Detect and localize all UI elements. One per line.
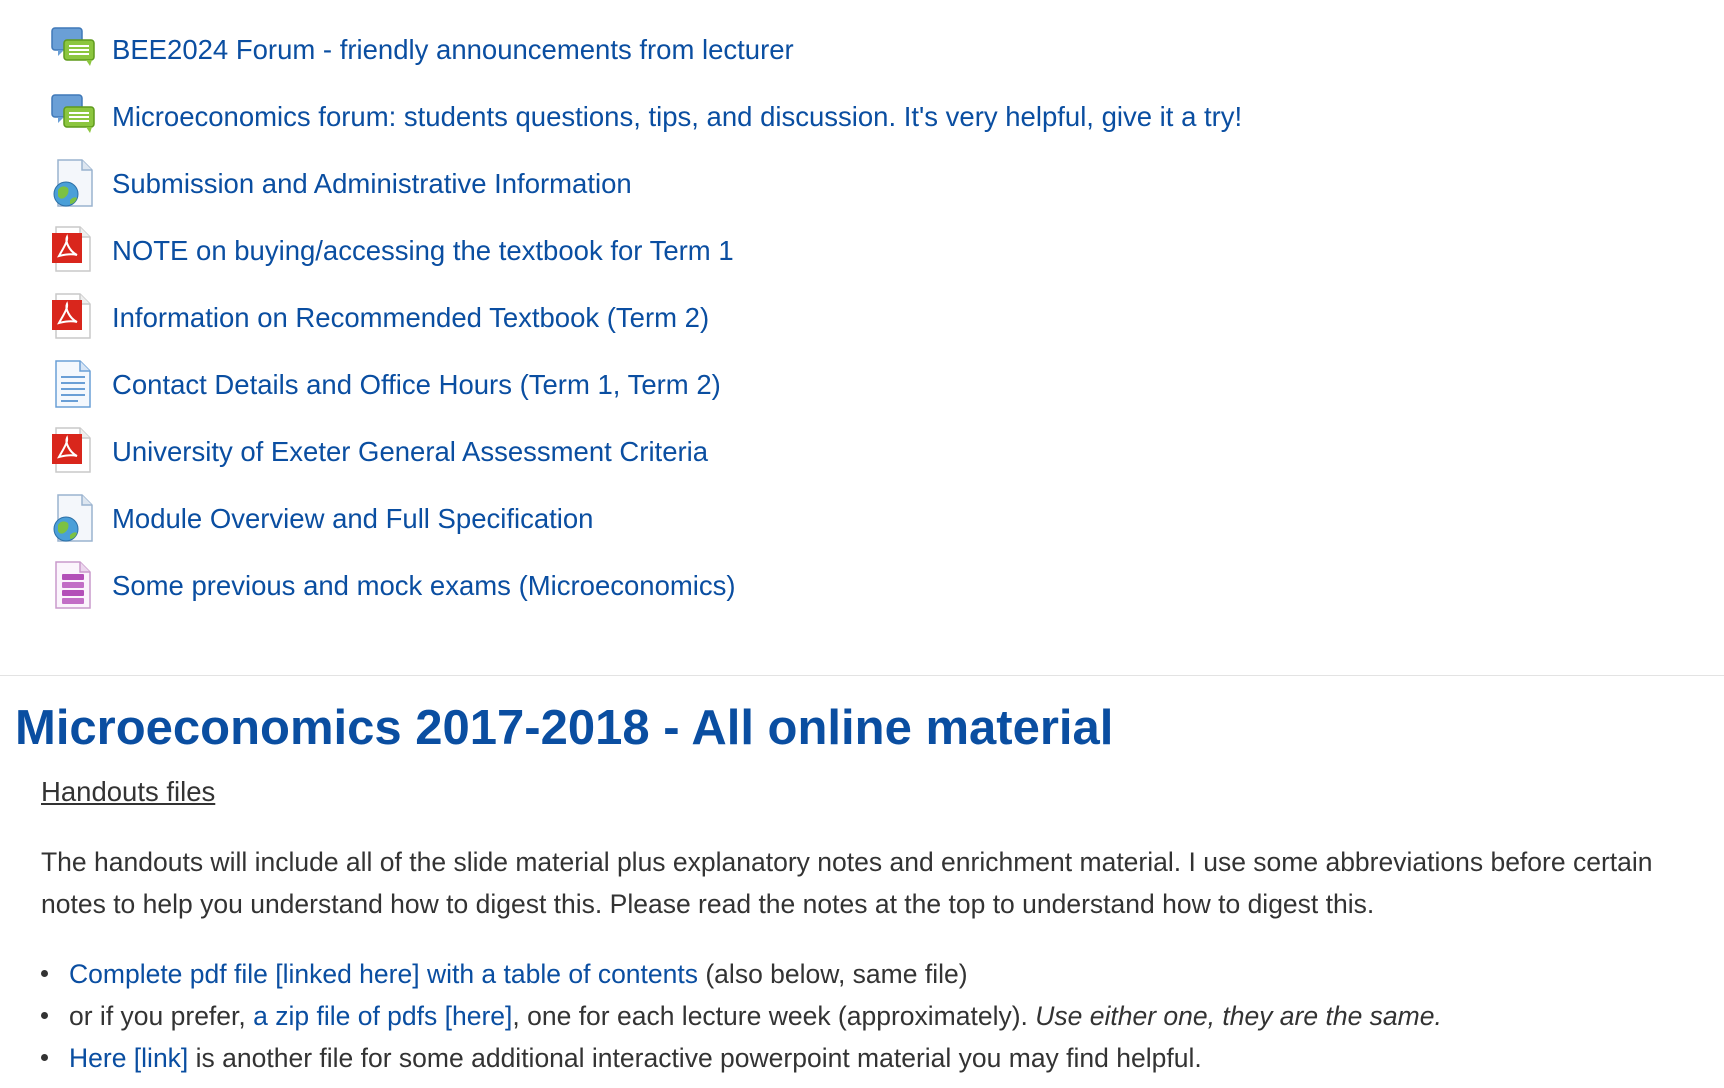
activity-link[interactable]: Some previous and mock exams (Microecono… xyxy=(112,572,736,600)
pdf-icon xyxy=(50,225,98,277)
forum-icon xyxy=(50,24,98,76)
activity-link[interactable]: Module Overview and Full Specification xyxy=(112,505,593,533)
bullet-dot xyxy=(41,1054,48,1061)
list-item: or if you prefer, a zip file of pdfs [he… xyxy=(41,995,1701,1037)
list-item: Here [link] is another file for some add… xyxy=(41,1037,1701,1079)
activity-link[interactable]: Information on Recommended Textbook (Ter… xyxy=(112,304,709,332)
zip-file-link[interactable]: a zip file of pdfs [here] xyxy=(253,1001,512,1031)
activity-link[interactable]: Submission and Administrative Informatio… xyxy=(112,170,632,198)
powerpoint-link[interactable]: Here [link] xyxy=(69,1043,188,1073)
handouts-heading: Handouts files xyxy=(41,776,216,807)
bullet-text: is another file for some additional inte… xyxy=(188,1043,1202,1073)
complete-pdf-link[interactable]: Complete pdf file [linked here] with a t… xyxy=(69,959,698,989)
intro-paragraph: The handouts will include all of the sli… xyxy=(41,847,1653,919)
activity-link[interactable]: NOTE on buying/accessing the textbook fo… xyxy=(112,237,734,265)
bullet-dot xyxy=(41,970,48,977)
activity-item[interactable]: Contact Details and Office Hours (Term 1… xyxy=(50,351,1650,418)
bullet-text: , one for each lecture week (approximate… xyxy=(512,1001,1036,1031)
activity-item[interactable]: Submission and Administrative Informatio… xyxy=(50,150,1650,217)
url-globe-icon xyxy=(50,493,98,545)
activity-link[interactable]: Microeconomics forum: students questions… xyxy=(112,103,1242,131)
activity-link[interactable]: BEE2024 Forum - friendly announcements f… xyxy=(112,36,794,64)
activity-item[interactable]: Microeconomics forum: students questions… xyxy=(50,83,1650,150)
bullet-text: (also below, same file) xyxy=(698,959,968,989)
page-icon xyxy=(50,359,98,411)
activity-item[interactable]: Module Overview and Full Specification xyxy=(50,485,1650,552)
archive-icon xyxy=(50,560,98,612)
activity-link[interactable]: University of Exeter General Assessment … xyxy=(112,438,708,466)
pdf-icon xyxy=(50,292,98,344)
activity-item[interactable]: University of Exeter General Assessment … xyxy=(50,418,1650,485)
bullet-dot xyxy=(41,1012,48,1019)
activity-item[interactable]: NOTE on buying/accessing the textbook fo… xyxy=(50,217,1650,284)
activity-item[interactable]: Some previous and mock exams (Microecono… xyxy=(50,552,1650,619)
url-globe-icon xyxy=(50,158,98,210)
activity-item[interactable]: BEE2024 Forum - friendly announcements f… xyxy=(50,16,1650,83)
course-page: BEE2024 Forum - friendly announcements f… xyxy=(0,0,1724,1088)
forum-icon xyxy=(50,91,98,143)
section-title: Microeconomics 2017-2018 - All online ma… xyxy=(15,701,1114,755)
bullet-text: or if you prefer, xyxy=(69,1001,254,1031)
activity-list: BEE2024 Forum - friendly announcements f… xyxy=(50,16,1650,619)
bullet-italic-note: Use either one, they are the same. xyxy=(1035,1001,1442,1031)
list-item: Complete pdf file [linked here] with a t… xyxy=(41,953,1701,995)
activity-link[interactable]: Contact Details and Office Hours (Term 1… xyxy=(112,371,721,399)
section-divider xyxy=(0,675,1724,676)
handouts-list: Complete pdf file [linked here] with a t… xyxy=(41,953,1701,1079)
activity-item[interactable]: Information on Recommended Textbook (Ter… xyxy=(50,284,1650,351)
pdf-icon xyxy=(50,426,98,478)
